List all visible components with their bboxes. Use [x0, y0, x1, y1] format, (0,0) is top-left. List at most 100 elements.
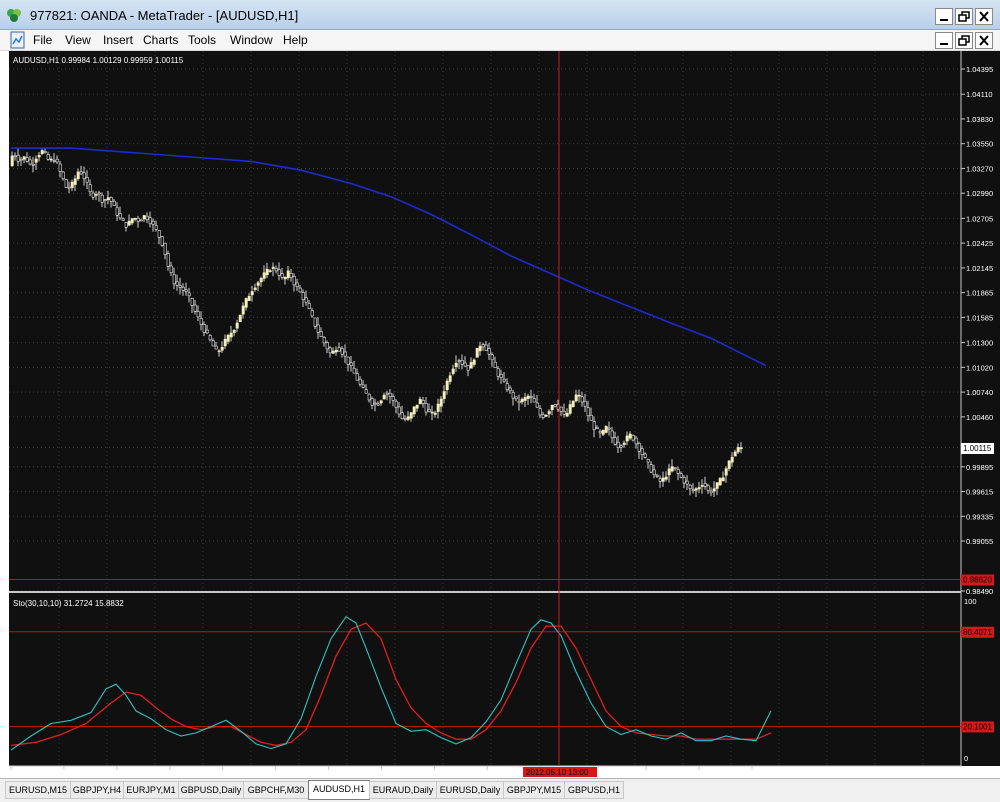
candle-body	[523, 397, 527, 401]
candle-body	[580, 396, 584, 403]
menu-window[interactable]: Window	[230, 33, 273, 47]
candle-body	[478, 345, 482, 352]
candle-body	[112, 200, 116, 206]
candle-body	[730, 456, 734, 463]
time-tick-label: 4 May 16:00	[274, 768, 315, 777]
menu-insert[interactable]: Insert	[103, 33, 133, 47]
candle-body	[76, 171, 80, 180]
doc-restore-button[interactable]	[955, 32, 973, 49]
chart-tab-gbpjpy-h4[interactable]: GBPJPY,H4	[70, 781, 124, 799]
candle-body	[499, 373, 503, 379]
candle-body	[163, 242, 167, 255]
candle-body	[454, 362, 458, 368]
price-tick-label: 1.03270	[966, 164, 993, 173]
price-chart[interactable]: 1.04395 1.04110 1.03830 1.03550 1.03270 1.029…	[0, 51, 1000, 778]
candle-body	[82, 172, 86, 179]
candle-body	[655, 474, 659, 477]
price-tick-label: 1.01020	[966, 363, 993, 372]
candle-body	[694, 488, 698, 491]
candle-body	[484, 344, 488, 351]
candle-body	[334, 349, 338, 353]
menu-help[interactable]: Help	[283, 33, 308, 47]
chart-document-icon[interactable]	[9, 30, 27, 50]
candle-body	[394, 400, 398, 408]
price-tick-label: 1.01300	[966, 339, 993, 348]
candle-body	[274, 268, 278, 272]
candle-body	[709, 490, 713, 494]
price-tick-label: 0.98490	[966, 587, 993, 596]
restore-button[interactable]	[955, 8, 973, 25]
candle-body	[544, 414, 548, 417]
candle-body	[157, 230, 161, 238]
restore-icon	[958, 35, 970, 46]
candle-body	[277, 269, 281, 276]
candle-body	[673, 467, 677, 469]
chart-tab-eurjpy-m1[interactable]: EURJPY,M1	[123, 781, 179, 799]
candle-body	[88, 184, 92, 193]
chart-tab-gbpjpy-m15[interactable]: GBPJPY,M15	[503, 781, 565, 799]
time-tick-label: 7 May 20:00	[380, 768, 421, 777]
menu-bar: File View Insert Charts Tools Window Hel…	[0, 30, 1000, 51]
candle-body	[433, 412, 437, 415]
chart-tab-euraud-daily[interactable]: EURAUD,Daily	[369, 781, 437, 799]
candle-body	[43, 151, 47, 153]
candle-body	[418, 398, 422, 405]
candle-body	[16, 154, 20, 162]
close-button[interactable]	[975, 8, 993, 25]
candle-body	[385, 392, 389, 395]
chart-tab-gbpchf-m30[interactable]: GBPCHF,M30	[243, 781, 309, 799]
current-price-label: 1.00115	[963, 444, 992, 453]
candle-body	[553, 404, 557, 407]
candle-body	[85, 177, 89, 183]
candle-body	[703, 482, 707, 487]
candle-body	[508, 387, 512, 392]
chart-tab-eurusd-m15[interactable]: EURUSD,M15	[5, 781, 71, 799]
candle-body	[559, 406, 563, 412]
candle-body	[262, 272, 266, 279]
time-tick-label: 3 May 08:00	[168, 768, 209, 777]
candle-body	[358, 378, 362, 385]
menu-charts[interactable]: Charts	[143, 33, 178, 47]
candle-body	[538, 408, 542, 416]
time-tick-label: 1 May 2012	[9, 768, 48, 777]
candle-body	[169, 265, 173, 273]
time-scale[interactable]: 1 May 2012 2 May 00:00 2 May 16:00 3 May 08…	[9, 766, 795, 777]
candle-body	[652, 469, 656, 476]
menu-view[interactable]: View	[65, 33, 91, 47]
candle-body	[235, 322, 239, 329]
price-tick-label: 1.02705	[966, 214, 993, 223]
chart-window[interactable]: 1.04395 1.04110 1.03830 1.03550 1.03270 1.029…	[0, 51, 1000, 778]
candle-body	[136, 217, 140, 222]
candle-body	[424, 402, 428, 413]
candle-body	[328, 347, 332, 354]
doc-minimize-button[interactable]	[935, 32, 953, 49]
doc-close-button[interactable]	[975, 32, 993, 49]
candle-body	[658, 478, 662, 482]
menu-tools[interactable]: Tools	[188, 33, 216, 47]
chart-tab-audusd-h1[interactable]: AUDUSD,H1	[308, 780, 370, 800]
candle-body	[715, 482, 719, 489]
metatrader-logo-icon	[7, 9, 21, 22]
candle-body	[589, 414, 593, 421]
candle-body	[181, 286, 185, 291]
candle-body	[688, 484, 692, 489]
candle-body	[712, 488, 716, 492]
chart-tab-eurusd-daily[interactable]: EURUSD,Daily	[436, 781, 504, 799]
chart-tab-gbpusd-h1[interactable]: GBPUSD,H1	[564, 781, 624, 799]
candle-body	[121, 218, 125, 221]
candle-body	[160, 236, 164, 246]
chart-tab-gbpusd-daily[interactable]: GBPUSD,Daily	[178, 781, 244, 799]
candle-body	[223, 338, 227, 347]
candle-body	[661, 477, 665, 482]
candle-body	[250, 291, 254, 296]
candle-body	[232, 330, 236, 333]
menu-file[interactable]: File	[33, 33, 52, 47]
candle-body	[517, 400, 521, 404]
candle-body	[439, 398, 443, 407]
candle-body	[151, 220, 155, 225]
candle-body	[247, 296, 251, 301]
candle-body	[109, 197, 113, 202]
candle-body	[610, 430, 614, 439]
minimize-button[interactable]	[935, 8, 953, 25]
candle-body	[340, 348, 344, 355]
